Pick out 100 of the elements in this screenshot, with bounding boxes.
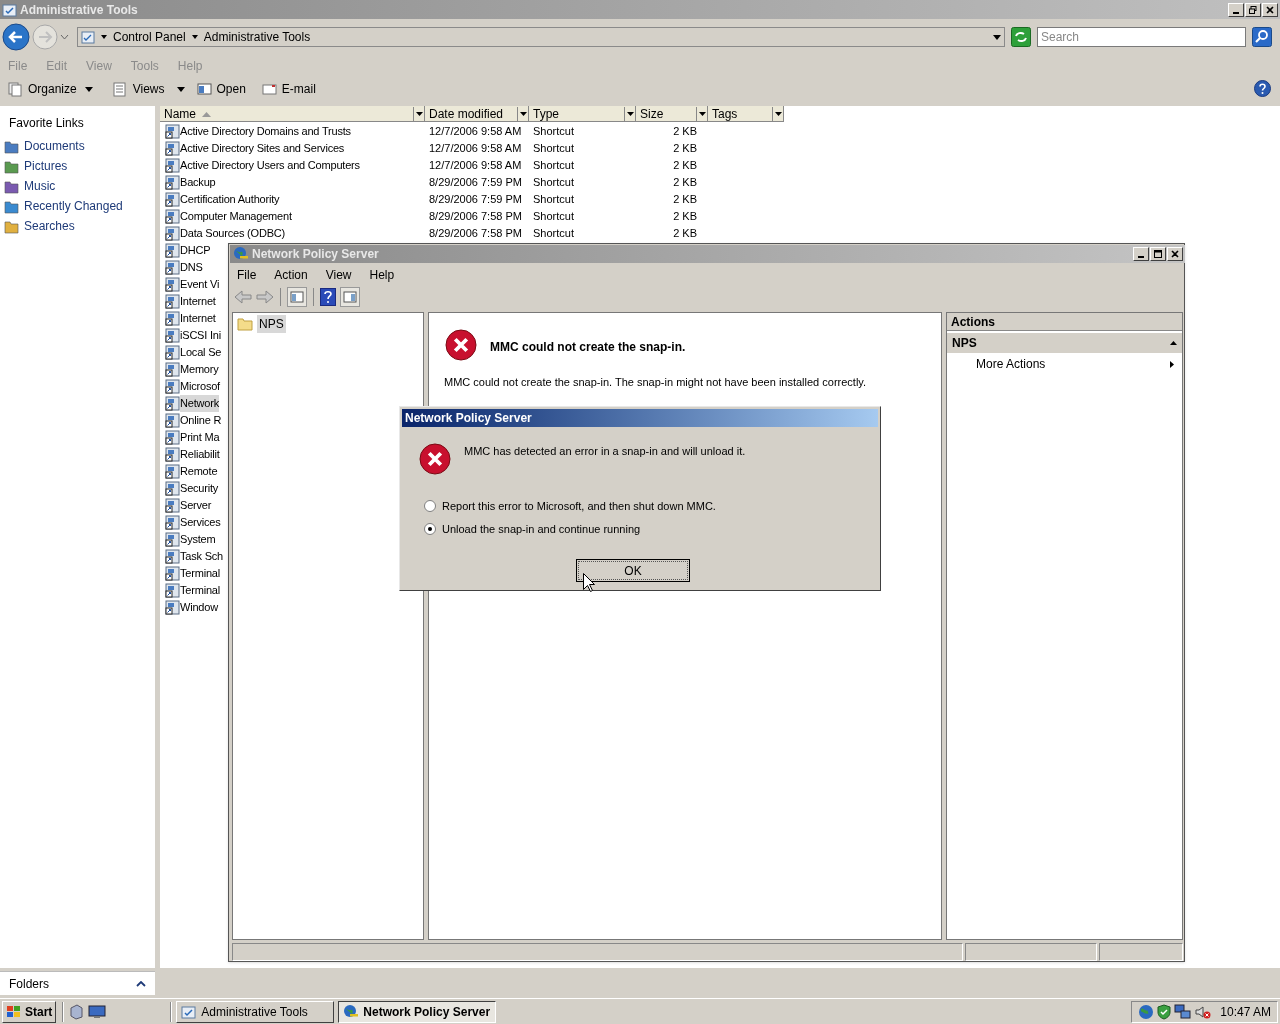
dialog-message: MMC has detected an error in a snap-in and will unload it.: [464, 444, 746, 459]
toolbar-button[interactable]: Views: [112, 80, 165, 98]
file-name[interactable]: Network: [180, 395, 219, 412]
file-name[interactable]: Remote: [180, 463, 218, 480]
address-bar[interactable]: Control Panel Administrative Tools: [77, 27, 1005, 47]
tree-item[interactable]: NPS: [257, 315, 286, 333]
table-cell-text: Shortcut: [533, 226, 574, 242]
table-cell-text: 8/29/2006 7:58 PM: [429, 226, 522, 242]
file-name[interactable]: Server: [180, 497, 212, 514]
refresh-icon: [1011, 27, 1031, 47]
chevron-up-icon: [136, 980, 146, 987]
column-header[interactable]: Type: [529, 106, 636, 122]
close-button[interactable]: [1167, 247, 1183, 261]
network-globe-icon: [1138, 1003, 1155, 1020]
actions-header: Actions: [947, 313, 1182, 331]
file-name[interactable]: Computer Management: [180, 208, 292, 225]
file-name[interactable]: Backup: [180, 174, 216, 191]
file-name[interactable]: DNS: [180, 259, 203, 276]
file-name[interactable]: Terminal: [180, 582, 220, 599]
file-name[interactable]: Security: [180, 480, 219, 497]
file-name[interactable]: Terminal: [180, 565, 220, 582]
table-cell-text: 8/29/2006 7:58 PM: [429, 209, 522, 225]
help-icon: [1254, 80, 1271, 97]
submenu-arrow-icon: [1170, 360, 1174, 368]
taskbar-button[interactable]: Network Policy Server: [338, 1000, 497, 1023]
globe-key-icon: [233, 246, 249, 262]
actions-group-header[interactable]: NPS: [947, 333, 1182, 353]
folders-label: Folders: [9, 975, 49, 993]
folders-bar[interactable]: Folders: [0, 971, 155, 995]
file-name[interactable]: Online R: [180, 412, 222, 429]
minimize-button[interactable]: [1133, 247, 1149, 261]
file-name[interactable]: Print Ma: [180, 429, 220, 446]
column-header[interactable]: Date modified: [425, 106, 529, 122]
table-cell-text: 2 KB: [672, 209, 697, 225]
file-name[interactable]: Local Se: [180, 344, 222, 361]
file-name[interactable]: iSCSI Ini: [180, 327, 221, 344]
organize-icon: [8, 81, 23, 97]
radio-option[interactable]: Unload the snap-in and continue running: [424, 521, 641, 538]
file-name[interactable]: Services: [180, 514, 221, 531]
maximize-button[interactable]: [1150, 247, 1166, 261]
file-name[interactable]: Reliabilit: [180, 446, 220, 463]
toolbar-button[interactable]: Organize: [8, 80, 77, 98]
file-name[interactable]: Event Vi: [180, 276, 220, 293]
file-name[interactable]: Active Directory Domains and Trusts: [180, 123, 351, 140]
menu-item[interactable]: File: [237, 266, 257, 284]
control-panel-icon: [81, 30, 95, 44]
shortcut-icon: [165, 362, 180, 377]
folder-icon: [237, 317, 253, 331]
table-cell-text: Shortcut: [533, 175, 574, 191]
action-item[interactable]: More Actions: [947, 353, 1182, 375]
file-name[interactable]: Window: [180, 599, 218, 616]
toolbar-button[interactable]: Open: [196, 80, 246, 98]
minimize-button[interactable]: [1228, 2, 1244, 17]
file-name[interactable]: Certification Authority: [180, 191, 280, 208]
toolbar-button[interactable]: E-mail: [261, 80, 316, 98]
restore-button[interactable]: [1245, 2, 1261, 17]
folder-icon: [4, 178, 19, 194]
back-icon: [2, 23, 30, 51]
menu-item[interactable]: View: [325, 266, 352, 284]
shortcut-icon: [165, 294, 180, 309]
column-header[interactable]: Name: [160, 106, 425, 122]
column-header[interactable]: Size: [636, 106, 708, 122]
shortcut-icon: [165, 311, 180, 326]
shortcut-icon: [165, 192, 180, 207]
file-name[interactable]: DHCP: [180, 242, 211, 259]
nav-link[interactable]: Pictures: [24, 157, 68, 175]
ok-button[interactable]: OK: [576, 559, 690, 582]
file-name[interactable]: Internet: [180, 293, 216, 310]
nav-link[interactable]: Documents: [24, 137, 85, 155]
file-name[interactable]: Memory: [180, 361, 219, 378]
breadcrumb-item[interactable]: Control Panel: [113, 28, 186, 46]
taskbar-button[interactable]: Administrative Tools: [176, 1000, 335, 1023]
dropdown-icon: [626, 112, 634, 116]
menu-item[interactable]: Help: [369, 266, 395, 284]
file-name[interactable]: Microsof: [180, 378, 220, 395]
table-cell-text: 8/29/2006 7:59 PM: [429, 175, 522, 191]
file-name[interactable]: Data Sources (ODBC): [180, 225, 285, 242]
search-icon: [1252, 27, 1272, 47]
search-field[interactable]: Search: [1037, 27, 1246, 47]
shortcut-icon: [165, 481, 180, 496]
close-button[interactable]: [1262, 2, 1278, 17]
file-name[interactable]: Active Directory Users and Computers: [180, 157, 360, 174]
shortcut-icon: [165, 328, 180, 343]
radio-button[interactable]: [424, 523, 436, 536]
breadcrumb-item[interactable]: Administrative Tools: [203, 28, 311, 46]
table-cell-text: Shortcut: [533, 209, 574, 225]
nav-link[interactable]: Music: [24, 177, 56, 195]
error-message: MMC could not create the snap-in. The snap-in might not have been installed correctly.: [444, 375, 867, 390]
nav-link[interactable]: Searches: [24, 217, 75, 235]
column-header[interactable]: Tags: [708, 106, 784, 122]
menu-item[interactable]: Action: [274, 266, 308, 284]
file-name[interactable]: Internet: [180, 310, 216, 327]
table-cell-text: 12/7/2006 9:58 AM: [429, 124, 522, 140]
file-name[interactable]: Task Sch: [180, 548, 224, 565]
radio-button[interactable]: [424, 500, 436, 513]
file-name[interactable]: System: [180, 531, 216, 548]
start-button[interactable]: Start: [2, 1000, 57, 1023]
nav-link[interactable]: Recently Changed: [24, 197, 123, 215]
file-name[interactable]: Active Directory Sites and Services: [180, 140, 345, 157]
radio-option[interactable]: Report this error to Microsoft, and then shut down MMC.: [424, 498, 716, 515]
